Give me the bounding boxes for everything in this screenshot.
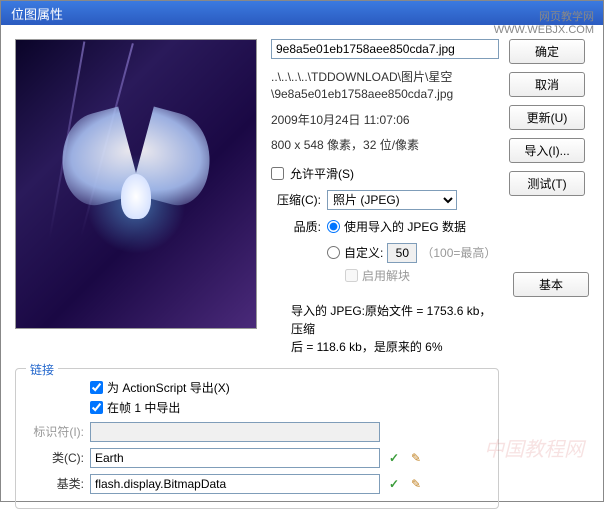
identifier-input bbox=[90, 422, 380, 442]
filename-input[interactable] bbox=[271, 39, 499, 59]
class-input[interactable] bbox=[90, 448, 380, 468]
quality-custom-label: 自定义: bbox=[344, 244, 383, 261]
check-icon: ✓ bbox=[386, 450, 402, 466]
file-date: 2009年10月24日 11:07:06 bbox=[271, 111, 499, 128]
export-frame1-label: 在帧 1 中导出 bbox=[107, 399, 180, 416]
dialog-window: 位图属性 网页教学网 WWW.WEBJX.COM ..\..\..\..\TDD… bbox=[0, 0, 604, 502]
image-preview bbox=[15, 39, 257, 329]
button-column: 确定 取消 更新(U) 导入(I)... 测试(T) 基本 bbox=[509, 39, 589, 487]
basic-button[interactable]: 基本 bbox=[513, 272, 589, 297]
pencil-icon[interactable]: ✎ bbox=[408, 450, 424, 466]
ok-button[interactable]: 确定 bbox=[509, 39, 585, 64]
file-dimensions: 800 x 548 像素，32 位/像素 bbox=[271, 136, 499, 153]
quality-hint: （100=最高） bbox=[421, 244, 496, 261]
file-path: ..\..\..\..\TDDOWNLOAD\图片\星空 \9e8a5e01eb… bbox=[271, 69, 499, 103]
compression-summary: 导入的 JPEG:原始文件 = 1753.6 kb，压缩 后 = 118.6 k… bbox=[291, 302, 499, 356]
quality-imported-label: 使用导入的 JPEG 数据 bbox=[344, 218, 466, 235]
quality-custom-radio[interactable] bbox=[327, 246, 340, 259]
update-button[interactable]: 更新(U) bbox=[509, 105, 585, 130]
baseclass-input[interactable] bbox=[90, 474, 380, 494]
export-frame1-checkbox[interactable] bbox=[90, 401, 103, 414]
baseclass-label: 基类: bbox=[28, 475, 84, 492]
import-button[interactable]: 导入(I)... bbox=[509, 138, 585, 163]
export-as-label: 为 ActionScript 导出(X) bbox=[107, 379, 230, 396]
smoothing-checkbox[interactable] bbox=[271, 167, 284, 180]
window-title: 位图属性 bbox=[11, 4, 63, 23]
pencil-icon[interactable]: ✎ bbox=[408, 476, 424, 492]
watermark-bottom: 中国教程网 bbox=[484, 433, 584, 462]
class-label: 类(C): bbox=[28, 449, 84, 466]
export-as-checkbox[interactable] bbox=[90, 381, 103, 394]
link-legend: 链接 bbox=[26, 361, 58, 378]
smoothing-label: 允许平滑(S) bbox=[290, 165, 354, 182]
deblocking-label: 启用解块 bbox=[362, 267, 410, 284]
quality-label: 品质: bbox=[271, 218, 321, 235]
test-button[interactable]: 测试(T) bbox=[509, 171, 585, 196]
quality-imported-radio[interactable] bbox=[327, 220, 340, 233]
quality-custom-input bbox=[387, 243, 417, 263]
compression-select[interactable]: 照片 (JPEG) bbox=[327, 190, 457, 210]
watermark-top: 网页教学网 WWW.WEBJX.COM bbox=[494, 8, 594, 36]
compression-label: 压缩(C): bbox=[271, 191, 321, 208]
deblocking-checkbox bbox=[345, 269, 358, 282]
cancel-button[interactable]: 取消 bbox=[509, 72, 585, 97]
check-icon: ✓ bbox=[386, 476, 402, 492]
link-section: 链接 为 ActionScript 导出(X) 在帧 1 中导出 标识符(I):… bbox=[15, 368, 499, 509]
dialog-content: ..\..\..\..\TDDOWNLOAD\图片\星空 \9e8a5e01eb… bbox=[1, 25, 603, 501]
identifier-label: 标识符(I): bbox=[28, 423, 84, 440]
